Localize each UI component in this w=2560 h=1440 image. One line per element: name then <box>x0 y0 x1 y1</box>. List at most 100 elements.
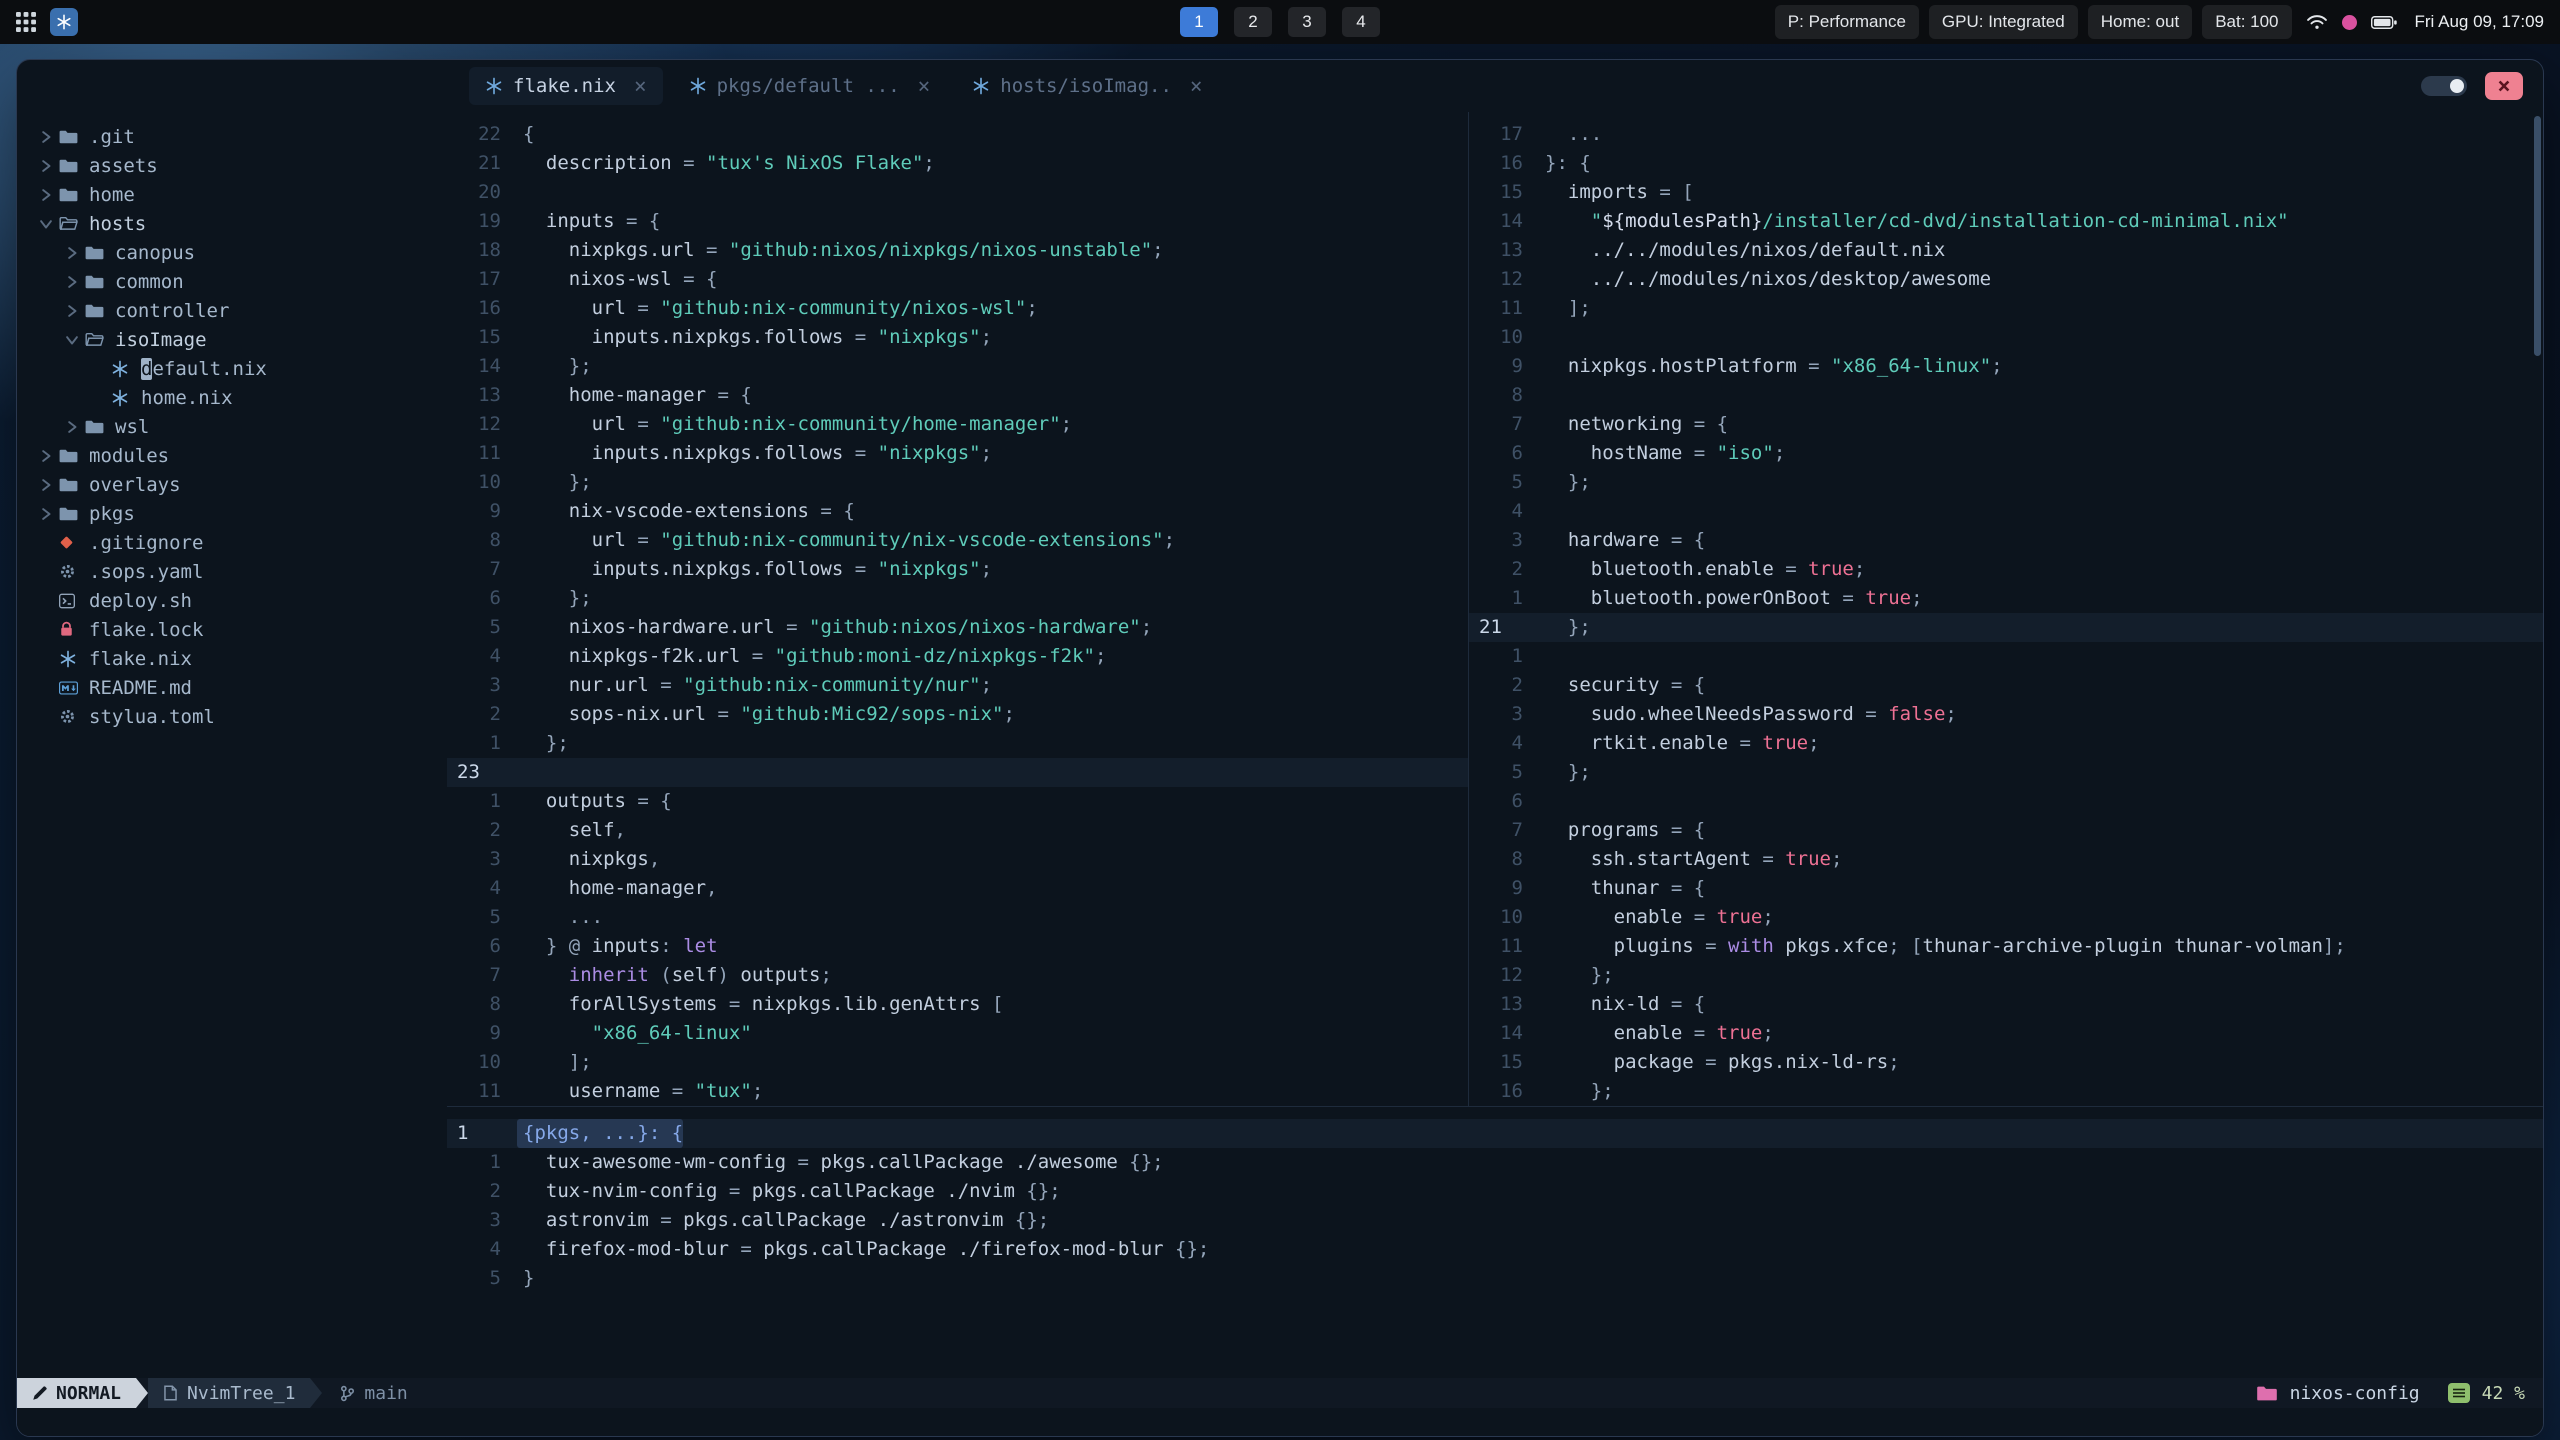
code-text: description = "tux's NixOS Flake"; <box>523 152 935 174</box>
folder-icon <box>85 303 115 319</box>
workspace-button-4[interactable]: 4 <box>1342 7 1380 37</box>
line-number: 17 <box>478 268 501 290</box>
gear-icon <box>59 563 89 580</box>
tree-item-label: overlays <box>89 473 181 496</box>
workspace-button-1[interactable]: 1 <box>1180 7 1218 37</box>
line-number: 4 <box>1511 500 1523 522</box>
tree-item-common[interactable]: common <box>17 267 447 296</box>
folder-icon <box>59 187 89 203</box>
tab-close-icon[interactable]: × <box>1190 74 1203 98</box>
workspace-button-2[interactable]: 2 <box>1234 7 1272 37</box>
tree-item-overlays[interactable]: overlays <box>17 470 447 499</box>
tab-close-icon[interactable]: × <box>634 74 647 98</box>
code-line: 15 imports = [ <box>1469 178 2543 207</box>
shell-icon <box>59 593 89 609</box>
tree-item-canopus[interactable]: canopus <box>17 238 447 267</box>
tab-hosts-isoimag[interactable]: hosts/isoImag.. × <box>956 67 1218 105</box>
folder-icon <box>59 448 89 464</box>
tree-item-label: .git <box>89 125 135 148</box>
tree-item-flake-nix[interactable]: flake.nix <box>17 644 447 673</box>
tree-item-label: home.nix <box>141 386 233 409</box>
line-number: 10 <box>478 1051 501 1073</box>
folder-icon <box>85 245 115 261</box>
code-line: 9 thunar = { <box>1469 874 2543 903</box>
code-line: 3 hardware = { <box>1469 526 2543 555</box>
code-text: ]; <box>523 1051 592 1073</box>
right-pane-scrollbar[interactable] <box>2534 116 2541 356</box>
editor-bottom[interactable]: 1 {pkgs, ...}: {1 tux-awesome-wm-config =… <box>447 1106 2543 1378</box>
tree-item-home[interactable]: home <box>17 180 447 209</box>
tree-item-sops-yaml[interactable]: .sops.yaml <box>17 557 447 586</box>
line-number: 12 <box>478 413 501 435</box>
statusbar-right: nixos-config 42 % <box>2256 1378 2543 1408</box>
code-text: imports = [ <box>1545 181 1694 203</box>
tree-item-git[interactable]: .git <box>17 122 447 151</box>
editor-window: flake.nix × pkgs/default ... × hosts/isoImag… <box>16 59 2544 1437</box>
line-number: 1 <box>457 1122 469 1144</box>
line-number: 15 <box>478 326 501 348</box>
code-text: ... <box>1545 123 1603 145</box>
nix-logo-icon[interactable] <box>50 8 78 36</box>
topbar: 1234 P: Performance GPU: Integrated Home: … <box>0 0 2560 44</box>
tree-item-modules[interactable]: modules <box>17 441 447 470</box>
line-number: 1 <box>489 1151 501 1173</box>
line-number: 21 <box>1479 616 1502 638</box>
code-line: 22 { <box>447 120 1468 149</box>
tree-item-wsl[interactable]: wsl <box>17 412 447 441</box>
tab-pkgs-default[interactable]: pkgs/default ... × <box>673 67 947 105</box>
scroll-percent: 42 % <box>2481 1382 2525 1404</box>
chevron-right-icon <box>59 275 85 289</box>
lock-icon <box>59 621 89 638</box>
line-number: 20 <box>478 181 501 203</box>
tree-item-assets[interactable]: assets <box>17 151 447 180</box>
tree-item-gitignore[interactable]: .gitignore <box>17 528 447 557</box>
tab-label: flake.nix <box>513 75 616 97</box>
code-line: 16 }; <box>1469 1077 2543 1106</box>
tab-flake-nix[interactable]: flake.nix × <box>469 67 663 105</box>
tab-label: hosts/isoImag.. <box>1000 75 1172 97</box>
editor-left[interactable]: 22{21 description = "tux's NixOS Flake";… <box>447 112 1468 1106</box>
code-line: 2 self, <box>447 816 1468 845</box>
tree-item-controller[interactable]: controller <box>17 296 447 325</box>
file-tree[interactable]: .git assets home hosts canopus common controll… <box>17 112 447 1378</box>
code-text: sops-nix.url = "github:Mic92/sops-nix"; <box>523 703 1015 725</box>
status-pills: P: Performance GPU: Integrated Home: out Ba… <box>1774 5 2292 39</box>
code-line: 11 ]; <box>1469 294 2543 323</box>
workspace-button-3[interactable]: 3 <box>1288 7 1326 37</box>
launcher-icon[interactable] <box>16 12 36 32</box>
line-number: 13 <box>1500 993 1523 1015</box>
editor-right[interactable]: 17 ... 16}: {15 imports = [14 "${modulesP… <box>1468 112 2543 1106</box>
window-close-button[interactable]: × <box>2485 72 2523 100</box>
code-line: 5 ... <box>447 903 1468 932</box>
tree-item-home-nix[interactable]: home.nix <box>17 383 447 412</box>
code-text: inputs = { <box>523 210 661 232</box>
tree-item-stylua-toml[interactable]: stylua.toml <box>17 702 447 731</box>
tree-item-isoimage[interactable]: isoImage <box>17 325 447 354</box>
line-number: 3 <box>1511 703 1523 725</box>
line-number: 2 <box>1511 558 1523 580</box>
line-number: 9 <box>1511 355 1523 377</box>
chevron-down-icon <box>33 217 59 231</box>
tree-item-label: README.md <box>89 676 192 699</box>
tree-item-readme-md[interactable]: README.md <box>17 673 447 702</box>
tree-item-hosts[interactable]: hosts <box>17 209 447 238</box>
code-line: 7 programs = { <box>1469 816 2543 845</box>
tree-item-default-nix[interactable]: default.nix <box>17 354 447 383</box>
command-line[interactable] <box>17 1408 2543 1436</box>
tree-item-label: flake.lock <box>89 618 204 641</box>
tree-item-flake-lock[interactable]: flake.lock <box>17 615 447 644</box>
line-number: 14 <box>1500 1022 1523 1044</box>
code-text: ... <box>523 906 604 928</box>
tree-item-pkgs[interactable]: pkgs <box>17 499 447 528</box>
tabs: flake.nix × pkgs/default ... × hosts/isoImag… <box>469 67 1219 105</box>
tree-item-deploy-sh[interactable]: deploy.sh <box>17 586 447 615</box>
tab-close-icon[interactable]: × <box>918 74 931 98</box>
code-line: 5} <box>447 1264 2543 1293</box>
ontop-toggle-button[interactable] <box>2421 76 2467 96</box>
line-number: 10 <box>478 471 501 493</box>
git-branch: main <box>340 1378 408 1408</box>
code-line: 12 url = "github:nix-community/home-mana… <box>447 410 1468 439</box>
code-line: 1 }; <box>447 729 1468 758</box>
